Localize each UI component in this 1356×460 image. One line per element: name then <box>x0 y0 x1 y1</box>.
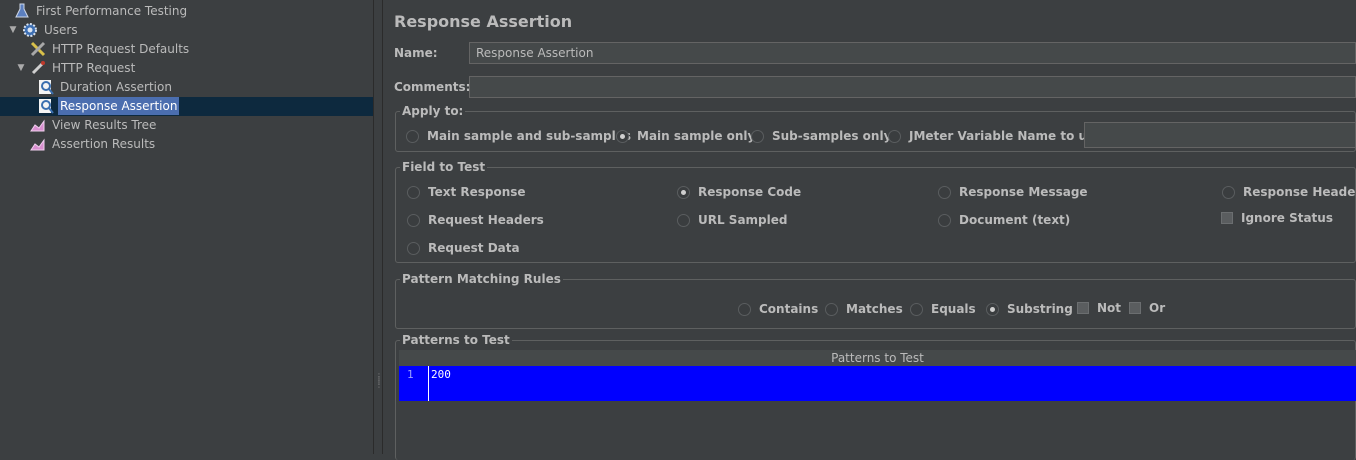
option-label: Sub-samples only <box>772 129 892 143</box>
field-to-test-title: Field to Test <box>400 160 488 174</box>
text-cursor <box>428 366 429 401</box>
radio-off-icon <box>938 185 951 199</box>
magnifier-icon <box>38 98 54 114</box>
or-checkbox[interactable]: Or <box>1129 301 1165 315</box>
url-sampled-radio[interactable]: URL Sampled <box>677 213 787 227</box>
checkbox-icon <box>1221 212 1233 224</box>
option-label: Request Headers <box>428 213 544 227</box>
collapse-arrow-icon[interactable]: ▼ <box>8 21 18 39</box>
comments-field[interactable] <box>469 76 1356 98</box>
radio-off-icon <box>407 241 420 255</box>
document-text-radio[interactable]: Document (text) <box>938 213 1070 227</box>
pattern-matching-group: Pattern Matching Rules Contains Matches … <box>395 272 1356 329</box>
response-message-radio[interactable]: Response Message <box>938 185 1088 199</box>
radio-on-icon <box>616 129 629 143</box>
option-label: Response Code <box>698 185 802 199</box>
test-plan-tree[interactable]: First Performance Testing ▼ Users HTTP R… <box>0 0 373 454</box>
split-pane-divider[interactable]: ⋮ ⋮ ⋮ <box>373 0 383 454</box>
tree-selection-highlight <box>0 97 373 116</box>
option-label: Contains <box>759 302 819 316</box>
option-label: Not <box>1097 301 1122 315</box>
patterns-to-test-title: Patterns to Test <box>400 333 512 347</box>
option-label: Response Message <box>959 185 1088 199</box>
radio-off-icon <box>407 213 420 227</box>
request-data-radio[interactable]: Request Data <box>407 241 520 255</box>
main-sample-only-radio[interactable]: Main sample only <box>616 129 755 143</box>
option-label: Matches <box>846 302 903 316</box>
patterns-column-header[interactable]: Patterns to Test <box>399 350 1356 367</box>
table-row[interactable]: 1 200 <box>399 366 1356 401</box>
jmeter-variable-field[interactable] <box>1084 122 1356 148</box>
response-code-radio[interactable]: Response Code <box>677 185 801 199</box>
matches-radio[interactable]: Matches <box>825 302 903 316</box>
equals-radio[interactable]: Equals <box>910 302 976 316</box>
tree-item-label: Response Assertion <box>58 97 180 115</box>
radio-off-icon <box>1222 185 1235 199</box>
checkbox-icon <box>1077 302 1089 314</box>
assertion-editor: Response Assertion Name: Comments: Apply… <box>384 0 1356 460</box>
radio-off-icon <box>406 129 419 143</box>
radio-off-icon <box>938 213 951 227</box>
pipette-icon <box>30 60 46 76</box>
line-number: 1 <box>407 368 414 381</box>
radio-off-icon <box>738 302 751 316</box>
text-response-radio[interactable]: Text Response <box>407 185 526 199</box>
magnifier-icon <box>38 79 54 95</box>
apply-to-title: Apply to: <box>400 104 466 118</box>
name-field[interactable] <box>469 42 1356 64</box>
jmeter-variable-radio[interactable]: JMeter Variable Name to use <box>888 129 1102 143</box>
option-label: JMeter Variable Name to use <box>909 129 1103 143</box>
apply-to-group: Apply to: Main sample and sub-samples Ma… <box>395 104 1356 152</box>
name-label: Name: <box>394 46 438 60</box>
option-label: Ignore Status <box>1241 211 1333 225</box>
comments-label: Comments: <box>394 80 471 94</box>
ignore-status-checkbox[interactable]: Ignore Status <box>1221 211 1333 225</box>
field-to-test-group: Field to Test Text Response Response Cod… <box>395 160 1356 263</box>
checkbox-icon <box>1129 302 1141 314</box>
collapse-arrow-icon[interactable]: ▼ <box>16 59 26 77</box>
gear-icon <box>22 22 38 38</box>
option-label: Equals <box>931 302 976 316</box>
option-label: URL Sampled <box>698 213 788 227</box>
option-label: Request Data <box>428 241 520 255</box>
contains-radio[interactable]: Contains <box>738 302 818 316</box>
option-label: Main sample only <box>637 129 756 143</box>
option-label: Document (text) <box>959 213 1071 227</box>
page-title: Response Assertion <box>394 12 573 31</box>
radio-off-icon <box>677 213 690 227</box>
tree-item-label: Duration Assertion <box>60 80 172 94</box>
not-checkbox[interactable]: Not <box>1077 301 1121 315</box>
option-label: Response Headers <box>1243 185 1356 199</box>
radio-on-icon <box>986 302 999 316</box>
tree-item-label: HTTP Request Defaults <box>52 42 190 56</box>
option-label: Or <box>1149 301 1166 315</box>
radio-off-icon <box>910 302 923 316</box>
tree-item-label: HTTP Request <box>52 61 136 75</box>
pattern-value[interactable]: 200 <box>431 368 451 381</box>
radio-off-icon <box>751 129 764 143</box>
substring-radio[interactable]: Substring <box>986 302 1073 316</box>
flask-icon <box>14 3 30 19</box>
chart-icon <box>30 117 46 133</box>
radio-on-icon <box>677 185 690 199</box>
tree-item-label: View Results Tree <box>52 118 157 132</box>
chart-icon <box>30 136 46 152</box>
tree-item-label: Users <box>44 23 78 37</box>
radio-off-icon <box>407 185 420 199</box>
pattern-matching-title: Pattern Matching Rules <box>400 272 563 286</box>
drag-grip-icon: ⋮ ⋮ ⋮ <box>375 372 383 389</box>
radio-off-icon <box>888 129 901 143</box>
option-label: Main sample and sub-samples <box>427 129 632 143</box>
tree-item-label: Assertion Results <box>52 137 156 151</box>
wrench-icon <box>30 41 46 57</box>
response-headers-radio[interactable]: Response Headers <box>1222 185 1356 199</box>
sub-samples-only-radio[interactable]: Sub-samples only <box>751 129 891 143</box>
request-headers-radio[interactable]: Request Headers <box>407 213 544 227</box>
option-label: Text Response <box>428 185 526 199</box>
option-label: Substring <box>1007 302 1073 316</box>
tree-item-label: First Performance Testing <box>36 4 188 18</box>
main-and-sub-samples-radio[interactable]: Main sample and sub-samples <box>406 129 631 143</box>
radio-off-icon <box>825 302 838 316</box>
